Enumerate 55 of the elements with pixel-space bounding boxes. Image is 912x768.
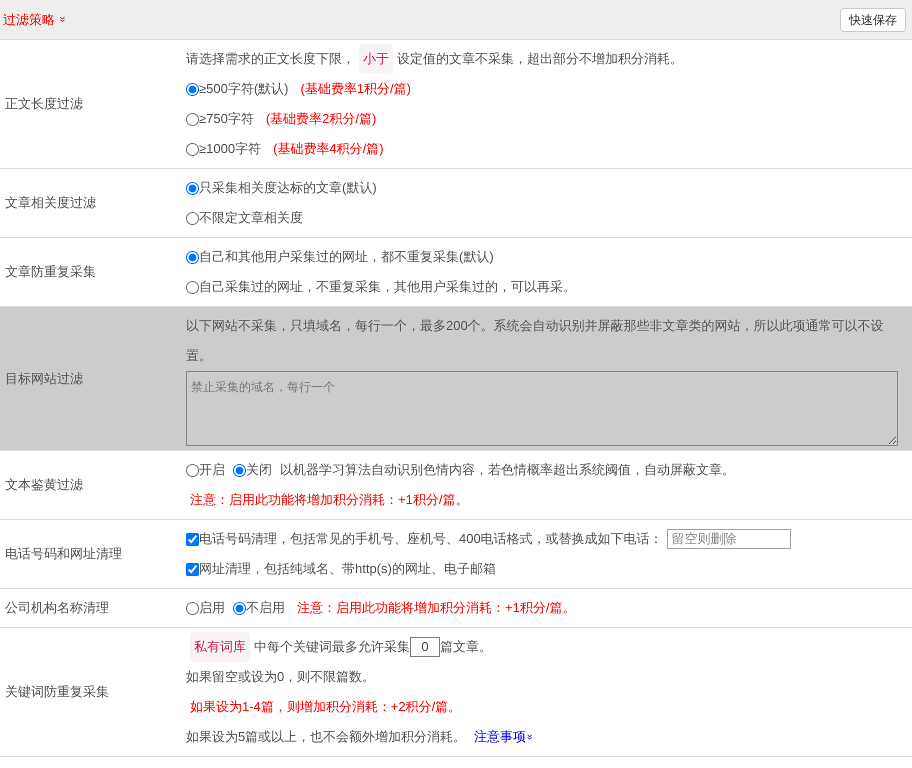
quick-save-button[interactable]: 快速保存 [840,8,906,32]
radio-button[interactable] [186,212,199,224]
radio-button[interactable] [233,464,246,476]
checkbox[interactable] [186,562,199,576]
note-text: (基础费率2积分/篇) [266,110,376,128]
domain-textarea[interactable]: 禁止采集的域名，每行一个 [186,371,898,446]
radio-button[interactable] [186,182,199,194]
checkbox-label[interactable]: 电话号码清理，包括常见的手机号、座机号、400电话格式，或替换成如下电话： [199,524,663,554]
radio-label[interactable]: 自己和其他用户采集过的网址，都不重复采集(默认) [199,242,494,272]
description-text: 设定值的文章不采集，超出部分不增加积分消耗。 [397,50,683,68]
checkbox-label[interactable]: 网址清理，包括纯域名、带http(s)的网址、电子邮箱 [199,554,496,584]
note-text: 如果设为1-4篇，则增加积分消耗：+2积分/篇。 [190,698,462,716]
setting-label: 文章相关度过滤 [5,195,96,210]
radio-label[interactable]: 启用 [199,593,225,623]
description-text: 以下网站不采集，只填域名，每行一个，最多200个。系统会自动识别并屏蔽那些非文章类的网站，所以此项通常可以不设置。 [186,317,885,365]
keyword-tag: 私有词库 [190,632,250,662]
radio-label[interactable]: ≥750字符 [199,104,254,134]
setting-label: 关键词防重复采集 [5,684,109,700]
checkbox[interactable] [186,532,199,546]
setting-label: 文章防重复采集 [5,264,96,280]
setting-label: 文本鉴黄过滤 [5,477,83,492]
setting-label: 公司机构名称清理 [5,600,109,616]
note-text: 注意：启用此功能将增加积分消耗：+1积分/篇。 [190,491,468,509]
radio-button[interactable] [186,142,199,156]
description-text: 中每个关键词最多允许采集 [254,638,410,656]
radio-button[interactable] [186,250,199,264]
setting-label: 目标网站过滤 [5,370,83,386]
count-input-field[interactable]: 0 [410,637,440,657]
description-text: 以机器学习算法自动识别色情内容，若色情概率超出系统阈值，自动屏蔽文章。 [280,461,735,479]
notes-link[interactable]: 注意事项 [474,722,526,752]
radio-label[interactable]: 不限定文章相关度 [199,203,303,233]
radio-button[interactable] [186,112,199,126]
setting-label: 电话号码和网址清理 [5,546,122,562]
radio-button[interactable] [186,82,199,96]
radio-label[interactable]: 关闭 [246,455,272,485]
radio-label[interactable]: 只采集相关度达标的文章(默认) [199,173,377,203]
note-text: (基础费率1积分/篇) [300,80,411,98]
radio-button[interactable] [186,464,199,476]
radio-button[interactable] [186,602,199,614]
radio-button[interactable] [186,280,199,294]
note-text: 注意：启用此功能将增加积分消耗：+1积分/篇。 [297,599,576,617]
description-text: 如果设为5篇或以上，也不会额外增加积分消耗。 [186,728,466,746]
note-text: (基础费率4积分/篇) [273,140,384,158]
radio-button[interactable] [233,602,246,614]
radio-label[interactable]: 自己采集过的网址，不重复采集，其他用户采集过的，可以再采。 [199,272,576,302]
radio-label[interactable]: 开启 [199,455,225,485]
description-text: 篇文章。 [440,638,492,656]
radio-label[interactable]: 不启用 [246,593,285,623]
description-text: 如果留空或设为0，则不限篇数。 [186,668,376,686]
phone-input-field[interactable]: 留空则删除 [666,529,791,549]
radio-label[interactable]: ≥500字符(默认) [199,74,288,104]
radio-label[interactable]: ≥1000字符 [199,134,262,164]
description-text: 请选择需求的正文长度下限， [186,50,355,68]
setting-label: 正文长度过滤 [5,96,83,112]
keyword-tag: 小于 [359,44,393,74]
